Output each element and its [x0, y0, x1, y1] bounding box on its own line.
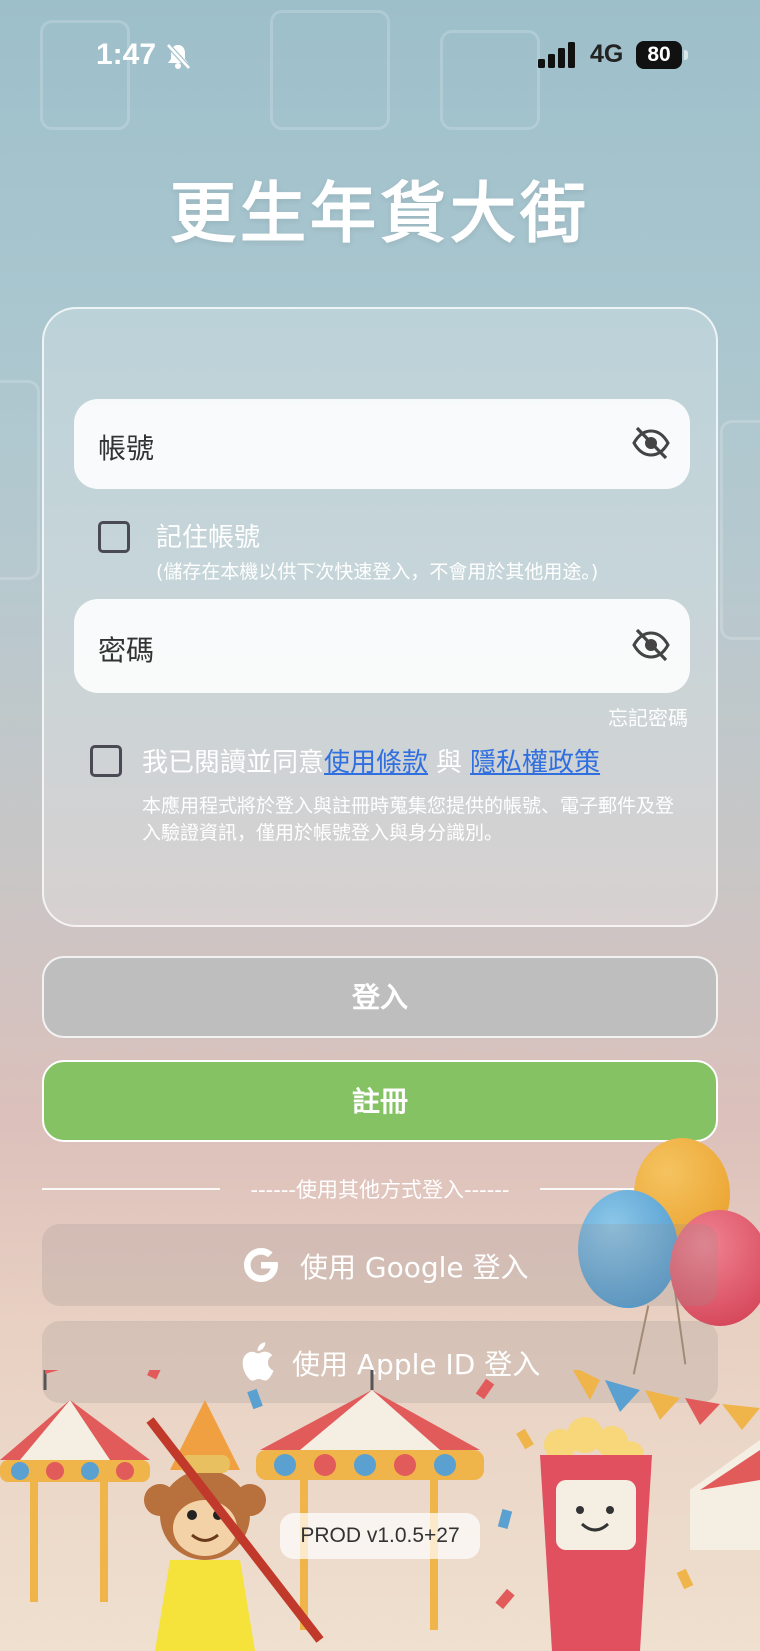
status-bar: 1:47 4G 80	[0, 0, 760, 110]
version-badge: PROD v1.0.5+27	[280, 1513, 480, 1559]
app-title: 更生年貨大街	[170, 175, 590, 252]
username-label: 帳號	[98, 432, 155, 465]
agree-terms-row: 我已閱讀並同意使用條款與隱私權政策	[142, 742, 600, 779]
carnival-illustration	[0, 1370, 760, 1651]
password-field[interactable]: 密碼	[74, 599, 690, 693]
register-button[interactable]: 註冊	[42, 1060, 718, 1142]
data-collection-notice: 本應用程式將於登入與註冊時蒐集您提供的帳號、電子郵件及登入驗證資訊，僅用於帳號登…	[142, 795, 675, 844]
eye-slash-icon[interactable]	[632, 627, 670, 667]
remember-account-note: (儲存在本機以供下次快速登入，不會用於其他用途。)	[156, 561, 599, 583]
battery-level: 80	[636, 41, 682, 69]
login-card: 帳號 記住帳號 (儲存在本機以供下次快速登入，不會用於其他用途。) 密碼 忘記密…	[42, 307, 718, 927]
privacy-policy-link[interactable]: 隱私權政策	[470, 748, 600, 778]
login-button[interactable]: 登入	[42, 956, 718, 1038]
battery-tip	[684, 50, 688, 60]
eye-slash-icon[interactable]	[632, 425, 670, 465]
remember-account-label: 記住帳號	[156, 523, 261, 553]
google-login-label: 使用 Google 登入	[300, 1251, 529, 1284]
forgot-password-link[interactable]: 忘記密碼	[608, 702, 688, 731]
status-time: 1:47	[96, 38, 157, 71]
network-type: 4G	[590, 40, 624, 68]
battery-indicator: 80	[636, 41, 688, 69]
agree-prefix: 我已閱讀並同意	[142, 748, 325, 778]
agree-and-text: 與	[436, 748, 463, 778]
remember-account-checkbox[interactable]	[98, 521, 130, 553]
password-label: 密碼	[98, 634, 155, 667]
google-icon	[240, 1244, 282, 1290]
cellular-signal-icon	[538, 42, 578, 72]
google-login-button[interactable]: 使用 Google 登入	[42, 1224, 718, 1306]
background-decoration	[0, 380, 40, 580]
bell-slash-icon	[164, 42, 192, 74]
agree-terms-checkbox[interactable]	[90, 745, 122, 777]
username-field[interactable]: 帳號	[74, 399, 690, 489]
terms-of-use-link[interactable]: 使用條款	[324, 748, 428, 778]
background-decoration	[720, 420, 760, 640]
